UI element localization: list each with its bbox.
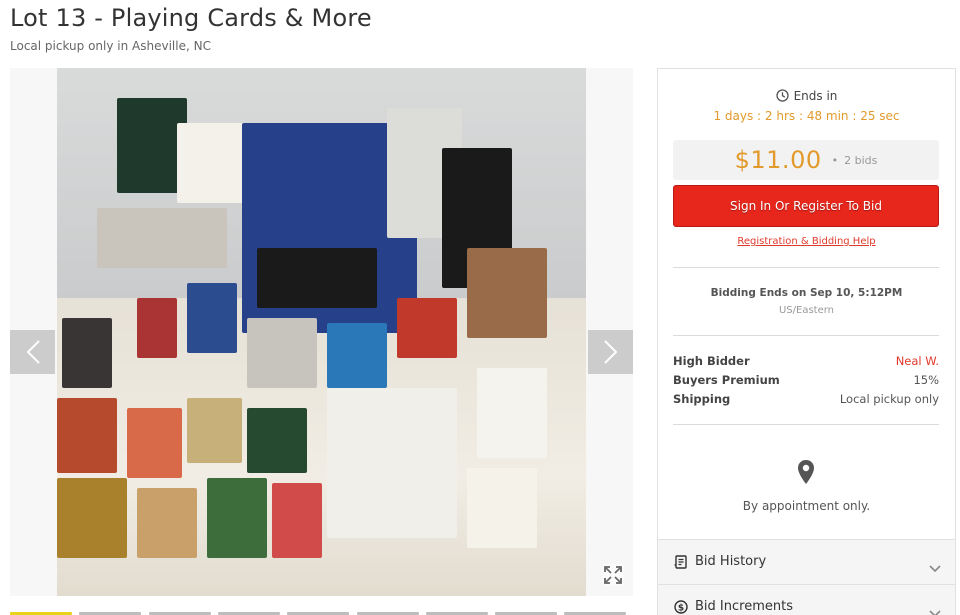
detail-value: 15% [913, 373, 939, 387]
clock-icon [775, 89, 789, 105]
thumbnail-strip [10, 610, 633, 615]
separator-dot: • [831, 154, 839, 167]
accordion-label: Bid Increments [695, 599, 793, 614]
ends-in-text: Ends in [793, 89, 838, 103]
expand-icon[interactable] [601, 563, 625, 587]
lot-photo[interactable] [57, 68, 586, 596]
bid-count: 2 bids [844, 154, 878, 167]
next-image-button[interactable] [588, 330, 633, 374]
current-bid-amount: $11.00 [734, 146, 822, 174]
lot-location: Local pickup only in Asheville, NC [10, 39, 211, 53]
detail-value: Local pickup only [839, 392, 939, 406]
chevron-right-icon [603, 340, 617, 364]
high-bidder-link[interactable]: Neal W. [896, 354, 939, 368]
timezone: US/Eastern [778, 305, 835, 316]
pickup-note: By appointment only. [742, 499, 871, 513]
sign-in-to-bid-button[interactable]: Sign In Or Register To Bid [673, 185, 939, 227]
chevron-left-icon [26, 340, 40, 364]
current-bid-box: $11.00 • 2 bids [673, 140, 939, 180]
bidding-panel: Ends in 1 days : 2 hrs : 48 min : 25 sec… [657, 68, 956, 540]
accordion-label: Bid History [695, 554, 767, 569]
divider [673, 335, 939, 336]
chevron-down-icon [929, 558, 941, 577]
bidding-help-link[interactable]: Registration & Bidding Help [658, 236, 955, 247]
bid-increments-accordion[interactable]: $ Bid Increments [657, 584, 956, 615]
dollar-circle-icon: $ [674, 599, 688, 615]
image-gallery [10, 68, 633, 596]
receipt-icon [674, 554, 688, 573]
detail-label: Buyers Premium [673, 373, 780, 387]
svg-text:$: $ [678, 603, 684, 613]
bidding-ends-on: Bidding Ends on Sep 10, 5:12PM [710, 287, 903, 299]
divider [673, 424, 939, 425]
divider [673, 267, 939, 268]
lot-title: Lot 13 - Playing Cards & More [10, 4, 372, 32]
bid-history-accordion[interactable]: Bid History [657, 539, 956, 585]
detail-row-high-bidder: High Bidder Neal W. [673, 354, 939, 372]
previous-image-button[interactable] [10, 330, 55, 374]
detail-label: Shipping [673, 392, 731, 406]
ends-in-label: Ends in [658, 89, 955, 105]
detail-label: High Bidder [673, 354, 750, 368]
detail-row-buyers-premium: Buyers Premium 15% [673, 373, 939, 391]
map-marker-icon [797, 459, 815, 489]
countdown-timer: 1 days : 2 hrs : 48 min : 25 sec [713, 109, 900, 123]
detail-row-shipping: Shipping Local pickup only [673, 392, 939, 410]
chevron-down-icon [929, 603, 941, 615]
